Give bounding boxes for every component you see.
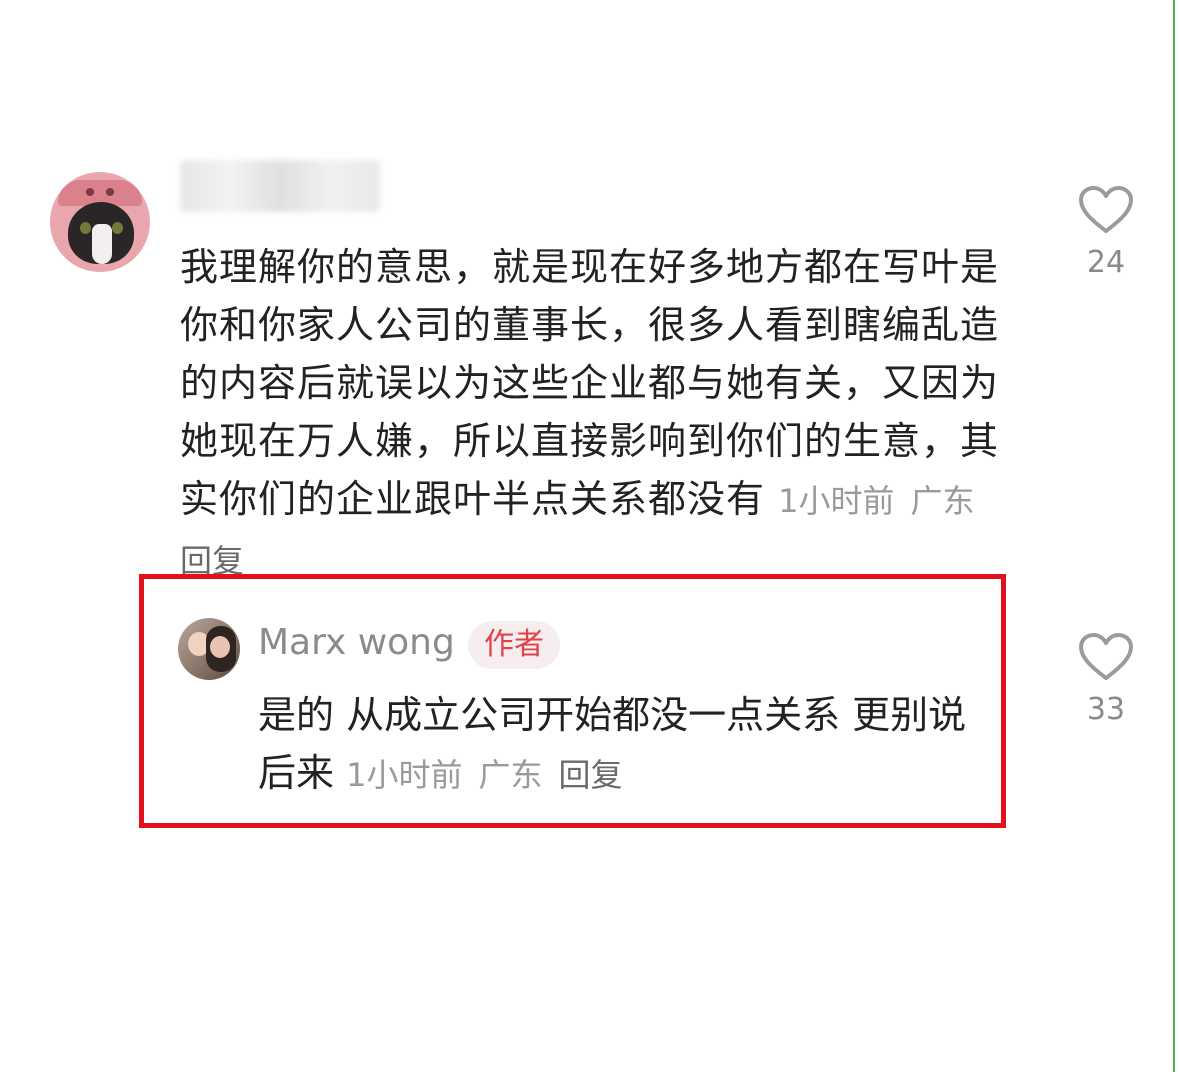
author-avatar[interactable] bbox=[178, 618, 240, 680]
reply-comment-body: 是的 从成立公司开始都没一点关系 更别说后来 1小时前 广东 回复 bbox=[258, 686, 993, 804]
parent-comment-location: 广东 bbox=[910, 482, 975, 520]
reply-username[interactable]: Marx wong bbox=[258, 622, 455, 663]
author-badge: 作者 bbox=[468, 621, 560, 669]
heart-outline-icon bbox=[1079, 186, 1133, 233]
commenter-avatar[interactable] bbox=[50, 172, 150, 272]
parent-comment-text: 我理解你的意思，就是现在好多地方都在写叶是你和你家人公司的董事长，很多人看到瞎编… bbox=[180, 245, 1000, 521]
cat-face bbox=[68, 202, 134, 264]
parent-comment-time: 1小时前 bbox=[778, 482, 895, 520]
reply-reply-button[interactable]: 回复 bbox=[559, 756, 623, 794]
right-edge-divider bbox=[1173, 0, 1175, 1072]
reply-comment-meta: 1小时前 广东 回复 bbox=[346, 756, 638, 794]
parent-like-button[interactable]: 24 bbox=[1066, 185, 1146, 280]
reply-comment-time: 1小时前 bbox=[346, 756, 463, 794]
reply-like-button[interactable]: 33 bbox=[1066, 632, 1146, 727]
reply-like-count: 33 bbox=[1086, 692, 1126, 727]
heart-outline-icon bbox=[1079, 633, 1133, 680]
blurred-username bbox=[180, 160, 380, 212]
parent-like-count: 24 bbox=[1086, 245, 1126, 280]
parent-comment-body: 我理解你的意思，就是现在好多地方都在写叶是你和你家人公司的董事长，很多人看到瞎编… bbox=[180, 238, 1020, 590]
reply-comment-location: 广东 bbox=[478, 756, 543, 794]
